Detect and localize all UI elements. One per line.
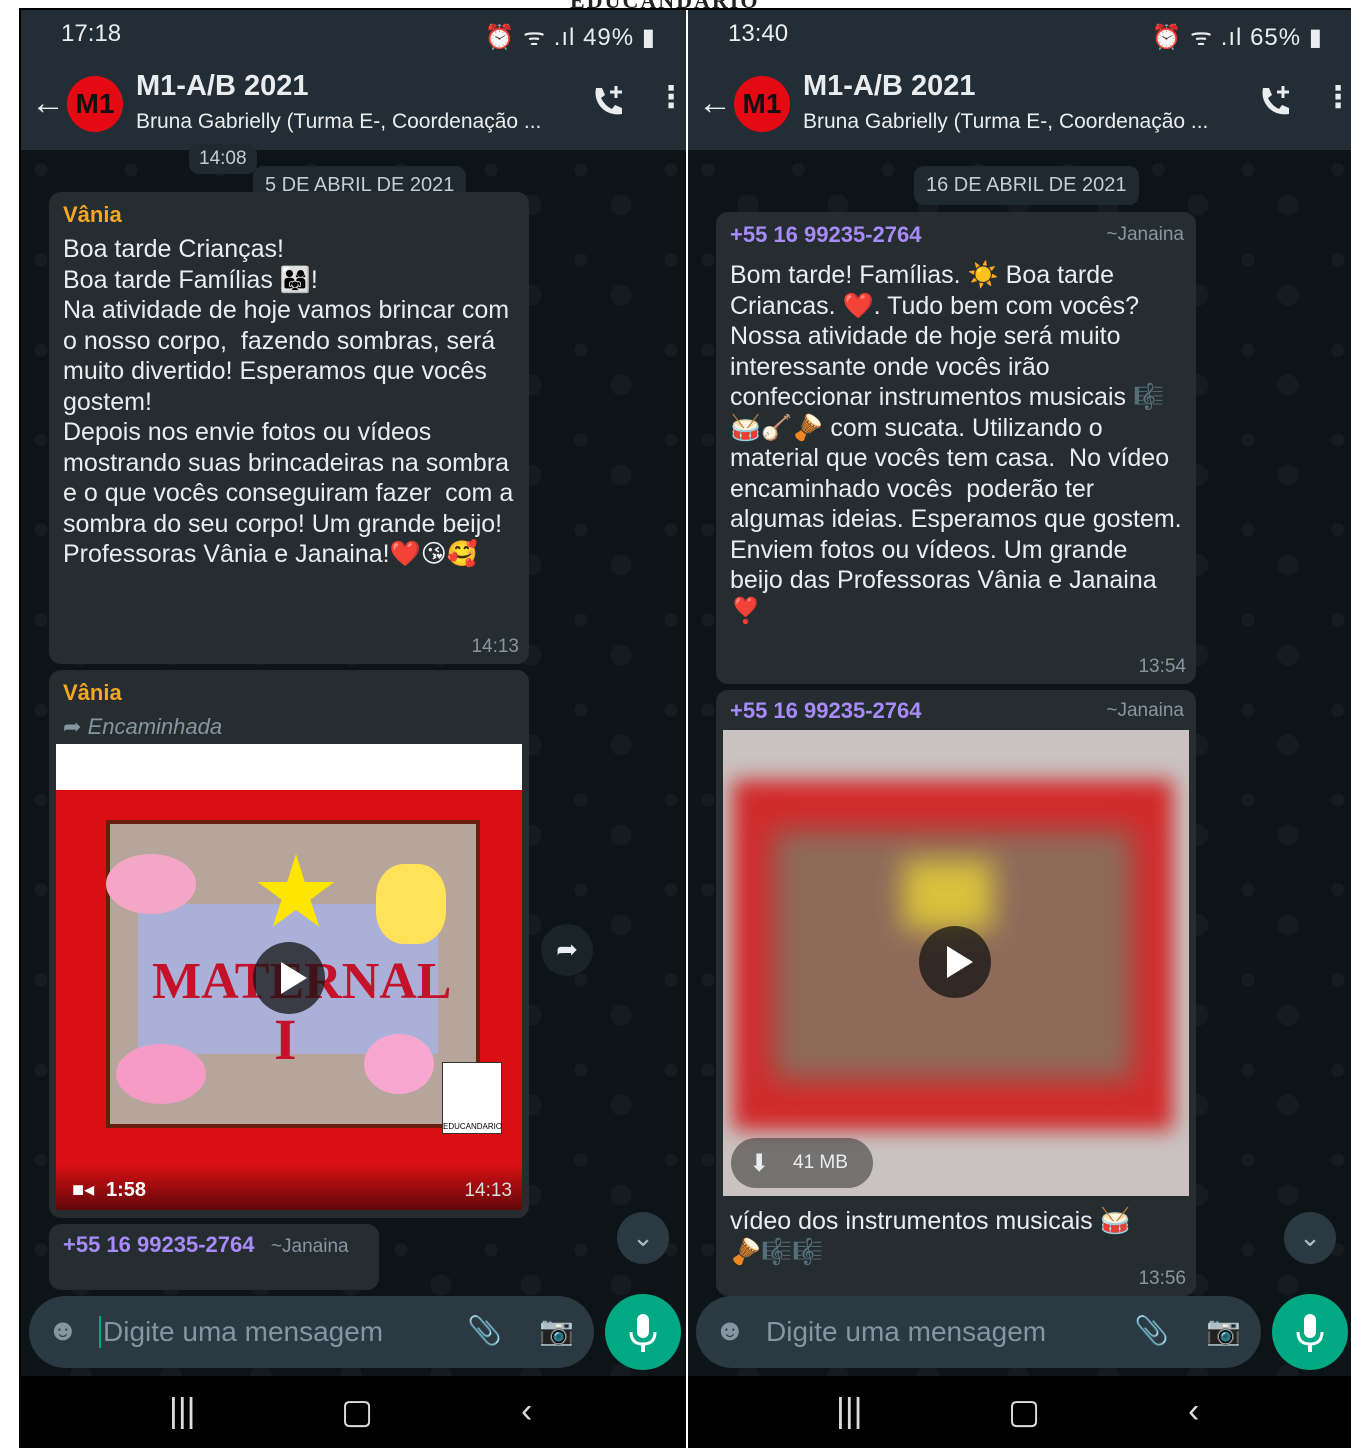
chat-header: ← M1 M1-A/B 2021 Bruna Gabrielly (Turma … <box>688 58 1351 150</box>
recent-apps-icon[interactable]: ||| <box>836 1392 863 1431</box>
video-message-bubble[interactable]: Vânia ➦ Encaminhada MATERNAL I EDUCANDAR… <box>49 670 529 1218</box>
home-icon[interactable]: ▢ <box>1008 1392 1040 1432</box>
add-call-icon[interactable] <box>588 82 628 122</box>
status-icon-glyphs: ⏰ ᯤ .ıl <box>484 24 576 51</box>
attach-icon[interactable]: 📎 <box>467 1314 502 1347</box>
message-sender-name: ~Janaina <box>1106 700 1184 721</box>
chat-area[interactable]: 16 DE ABRIL DE 2021 +55 16 99235-2764 ~J… <box>688 150 1351 1376</box>
status-icon-glyphs: ⏰ ᯤ .ıl <box>1151 24 1243 51</box>
message-sender: Vânia <box>63 202 122 227</box>
download-button[interactable]: ⬇ 41 MB <box>731 1138 873 1188</box>
play-icon[interactable] <box>253 942 325 1014</box>
message-sender-name: ~Janaina <box>270 1236 349 1257</box>
add-call-icon[interactable] <box>1255 82 1295 122</box>
video-caption: vídeo dos instrumentos musicais 🥁 🪘🎼🎼 <box>730 1207 1131 1266</box>
thumbnail-top-strip <box>56 744 522 790</box>
home-icon[interactable]: ▢ <box>341 1392 373 1432</box>
thumbnail-roman: I <box>274 1007 297 1072</box>
battery-level: 49% <box>583 24 635 51</box>
chat-title[interactable]: M1-A/B 2021 <box>803 70 975 103</box>
mic-button[interactable] <box>1272 1294 1348 1370</box>
back-nav-icon[interactable]: ‹ <box>1188 1392 1199 1431</box>
mic-button[interactable] <box>605 1294 681 1370</box>
more-options-icon[interactable]: ⋮ <box>1323 80 1351 115</box>
camera-icon[interactable]: 📷 <box>539 1314 574 1347</box>
download-icon: ⬇ <box>749 1150 770 1177</box>
logo-text: EDUCANDARIO <box>443 1122 503 1131</box>
felt-bird <box>106 854 196 914</box>
message-placeholder: Digite uma mensagem <box>766 1316 1047 1347</box>
battery-icon: ▮ <box>641 24 656 51</box>
status-icons: ⏰ ᯤ .ıl 49% ▮ <box>485 20 656 53</box>
emoji-icon[interactable]: ☻ <box>714 1314 746 1348</box>
message-placeholder: Digite uma mensagem <box>99 1316 383 1348</box>
status-time: 13:40 <box>728 20 789 47</box>
forwarded-text: Encaminhada <box>87 714 223 739</box>
status-bar: 17:18 ⏰ ᯤ .ıl 49% ▮ <box>21 10 686 58</box>
more-options-icon[interactable]: ⋮ <box>656 80 686 115</box>
avatar[interactable]: M1 <box>734 76 790 132</box>
video-message-bubble[interactable]: +55 16 99235-2764 ~Janaina ⬇ 41 MB vídeo… <box>716 690 1196 1296</box>
blurred-highlight <box>903 860 993 930</box>
phone-right: 13:40 ⏰ ᯤ .ıl 65% ▮ ← M1 M1-A/B 2021 Bru… <box>688 10 1351 1448</box>
mic-icon <box>629 1314 657 1352</box>
video-camera-icon: ■◂ <box>72 1179 95 1201</box>
forward-arrow-icon: ➦ <box>63 714 82 739</box>
forward-button[interactable]: ➦ <box>541 924 593 976</box>
forwarded-label: ➦ Encaminhada <box>63 714 515 740</box>
video-duration: 1:58 <box>106 1179 147 1201</box>
message-sender-phone: +55 16 99235-2764 <box>730 698 922 723</box>
status-bar: 13:40 ⏰ ᯤ .ıl 65% ▮ <box>688 10 1351 58</box>
battery-level: 65% <box>1250 24 1302 51</box>
chat-subtitle[interactable]: Bruna Gabrielly (Turma E-, Coordenação .… <box>803 110 1213 134</box>
message-bubble[interactable]: Vânia Boa tarde Crianças! Boa tarde Famí… <box>49 192 529 664</box>
message-time: 13:54 <box>1138 656 1186 677</box>
message-time: 14:13 <box>471 636 519 657</box>
back-arrow-icon[interactable]: ← <box>31 84 65 123</box>
message-sender-name: ~Janaina <box>1106 224 1184 245</box>
chat-subtitle[interactable]: Bruna Gabrielly (Turma E-, Coordenação .… <box>136 110 546 134</box>
chat-area[interactable]: 14:08 5 DE ABRIL DE 2021 Vânia Boa tarde… <box>21 144 686 1376</box>
scroll-down-icon[interactable]: ⌄ <box>1284 1212 1336 1264</box>
chat-header: ← M1 M1-A/B 2021 Bruna Gabrielly (Turma … <box>21 58 686 150</box>
message-sender-phone: +55 16 99235-2764 <box>63 1232 255 1257</box>
chat-title[interactable]: M1-A/B 2021 <box>136 70 308 103</box>
emoji-icon[interactable]: ☻ <box>47 1314 79 1348</box>
message-text: Bom tarde! Famílias. ☀️ Boa tarde Crianc… <box>730 261 1182 625</box>
mic-icon <box>1296 1314 1324 1352</box>
message-input[interactable]: ☻ Digite uma mensagem 📎 📷 <box>696 1296 1261 1368</box>
attach-icon[interactable]: 📎 <box>1134 1314 1169 1347</box>
back-arrow-icon[interactable]: ← <box>698 84 732 123</box>
date-chip: 16 DE ABRIL DE 2021 <box>914 166 1139 205</box>
avatar[interactable]: M1 <box>67 76 123 132</box>
message-text: Boa tarde Crianças! Boa tarde Famílias 👨… <box>63 235 514 568</box>
status-time: 17:18 <box>61 20 122 47</box>
system-navbar: ||| ▢ ‹ <box>688 1376 1351 1448</box>
felt-butterfly <box>376 864 446 944</box>
felt-flower <box>116 1044 206 1104</box>
phone-left: 17:18 ⏰ ᯤ .ıl 49% ▮ ← M1 M1-A/B 2021 Bru… <box>21 10 686 1448</box>
scroll-down-icon[interactable]: ⌄ <box>617 1212 669 1264</box>
video-footer: ■◂ 1:58 14:13 <box>56 1164 522 1210</box>
status-icons: ⏰ ᯤ .ıl 65% ▮ <box>1152 20 1323 53</box>
system-navbar: ||| ▢ ‹ <box>21 1376 686 1448</box>
battery-icon: ▮ <box>1308 24 1323 51</box>
recent-apps-icon[interactable]: ||| <box>169 1392 196 1431</box>
back-nav-icon[interactable]: ‹ <box>521 1392 532 1431</box>
video-thumbnail[interactable]: ⬇ 41 MB <box>723 730 1189 1196</box>
time-chip: 14:08 <box>189 144 257 174</box>
message-input[interactable]: ☻ Digite uma mensagem 📎 📷 <box>29 1296 594 1368</box>
message-sender: Vânia <box>63 680 122 705</box>
message-bubble[interactable]: +55 16 99235-2764 ~Janaina <box>49 1224 379 1290</box>
message-bubble[interactable]: +55 16 99235-2764 ~Janaina Bom tarde! Fa… <box>716 212 1196 684</box>
video-thumbnail[interactable]: MATERNAL I EDUCANDARIO ■◂ 1:58 14:13 <box>56 744 522 1210</box>
message-time: 14:13 <box>464 1180 512 1201</box>
video-size: 41 MB <box>793 1152 848 1173</box>
message-time: 13:56 <box>1138 1268 1186 1289</box>
message-sender-phone: +55 16 99235-2764 <box>730 222 922 247</box>
felt-flower <box>364 1034 434 1094</box>
play-icon[interactable] <box>919 926 991 998</box>
educandario-logo: EDUCANDARIO <box>442 1062 502 1134</box>
camera-icon[interactable]: 📷 <box>1206 1314 1241 1347</box>
